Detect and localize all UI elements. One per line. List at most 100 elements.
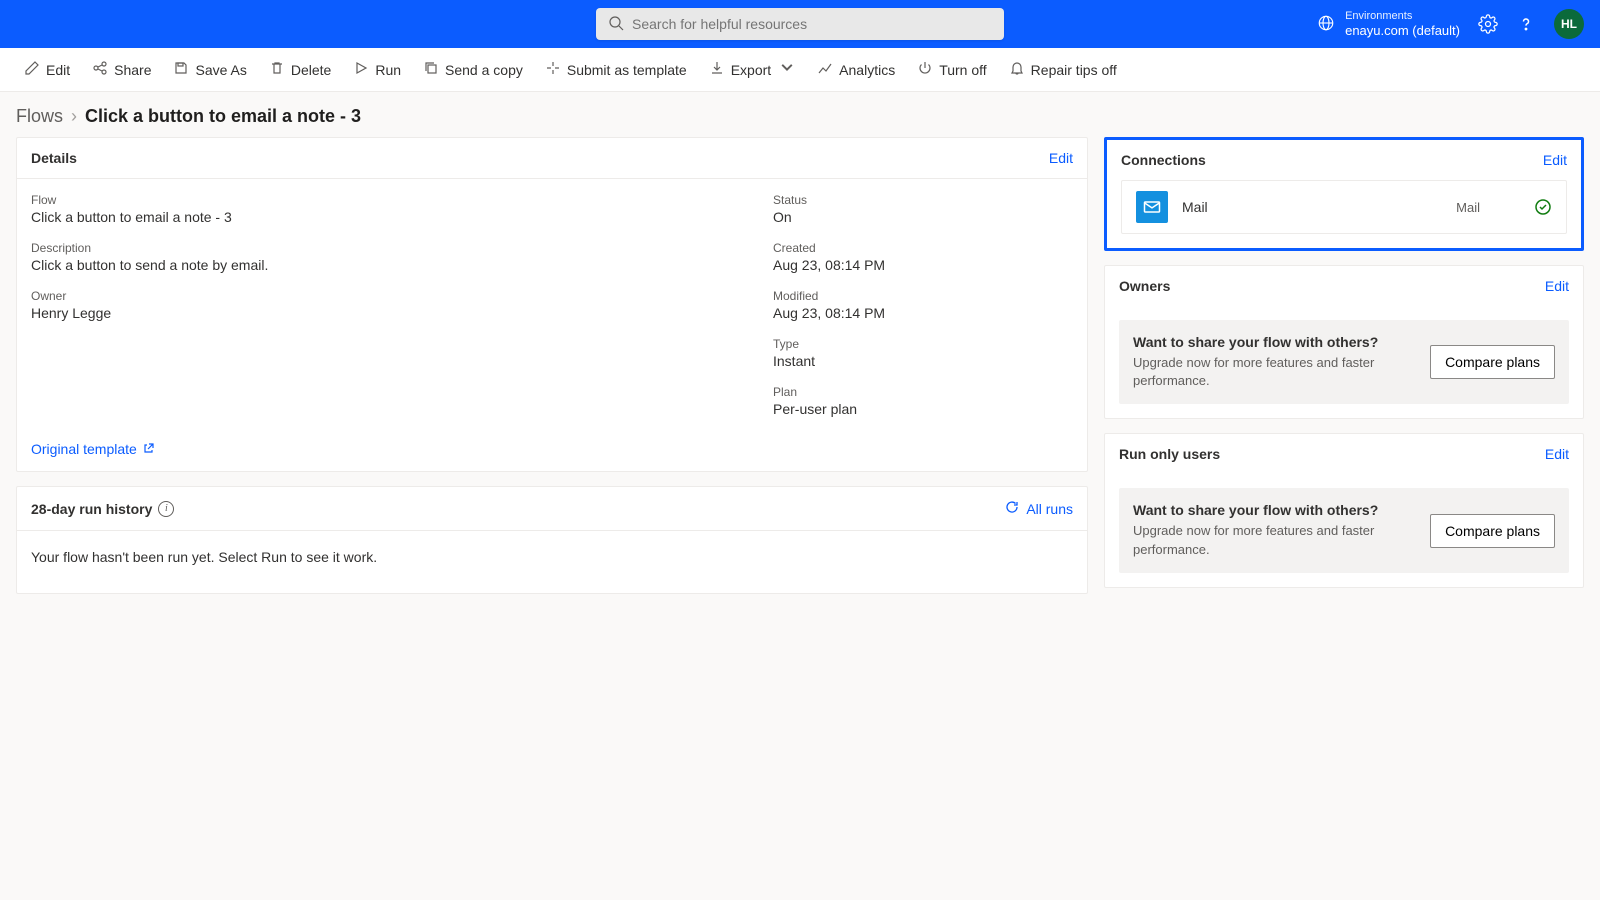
refresh-icon — [1004, 499, 1020, 518]
promo-title: Want to share your flow with others? — [1133, 502, 1416, 518]
avatar[interactable]: HL — [1554, 9, 1584, 39]
run-only-promo: Want to share your flow with others? Upg… — [1119, 488, 1569, 572]
export-button[interactable]: Export — [699, 54, 805, 85]
cmd-label: Save As — [195, 62, 246, 78]
owner-label: Owner — [31, 289, 733, 303]
template-icon — [545, 60, 561, 79]
command-bar: Edit Share Save As Delete Run Send a cop… — [0, 48, 1600, 92]
compare-plans-button[interactable]: Compare plans — [1430, 514, 1555, 548]
send-copy-button[interactable]: Send a copy — [413, 54, 533, 85]
environment-name: enayu.com (default) — [1345, 23, 1460, 39]
run-button[interactable]: Run — [343, 54, 411, 85]
promo-subtitle: Upgrade now for more features and faster… — [1133, 522, 1416, 558]
connection-item[interactable]: Mail Mail — [1121, 180, 1567, 234]
modified-label: Modified — [773, 289, 1073, 303]
repair-tips-button[interactable]: Repair tips off — [999, 54, 1127, 85]
trash-icon — [269, 60, 285, 79]
environment-switcher[interactable]: Environments enayu.com (default) — [1317, 10, 1460, 39]
original-template-link[interactable]: Original template — [31, 441, 155, 457]
connections-heading: Connections — [1121, 152, 1206, 168]
connection-type: Mail — [1456, 200, 1480, 215]
plan-value: Per-user plan — [773, 401, 1073, 417]
topbar-right: Environments enayu.com (default) HL — [1317, 9, 1584, 39]
owners-promo: Want to share your flow with others? Upg… — [1119, 320, 1569, 404]
analytics-icon — [817, 60, 833, 79]
connections-card: Connections Edit Mail Mail — [1104, 137, 1584, 251]
run-history-heading: 28-day run history — [31, 501, 152, 517]
connection-name: Mail — [1182, 199, 1208, 215]
delete-button[interactable]: Delete — [259, 54, 341, 85]
promo-subtitle: Upgrade now for more features and faster… — [1133, 354, 1416, 390]
environment-label: Environments — [1345, 10, 1460, 23]
submit-template-button[interactable]: Submit as template — [535, 54, 697, 85]
promo-title: Want to share your flow with others? — [1133, 334, 1416, 350]
cmd-label: Export — [731, 62, 771, 78]
turn-off-button[interactable]: Turn off — [907, 54, 996, 85]
help-icon[interactable] — [1516, 14, 1536, 34]
connections-edit-link[interactable]: Edit — [1543, 152, 1567, 168]
share-button[interactable]: Share — [82, 54, 161, 85]
run-history-empty: Your flow hasn't been run yet. Select Ru… — [17, 531, 1087, 593]
cmd-label: Analytics — [839, 62, 895, 78]
analytics-button[interactable]: Analytics — [807, 54, 905, 85]
cmd-label: Turn off — [939, 62, 986, 78]
cmd-label: Send a copy — [445, 62, 523, 78]
owners-heading: Owners — [1119, 278, 1170, 294]
type-label: Type — [773, 337, 1073, 351]
owners-card: Owners Edit Want to share your flow with… — [1104, 265, 1584, 419]
description-value: Click a button to send a note by email. — [31, 257, 733, 273]
cmd-label: Share — [114, 62, 151, 78]
power-icon — [917, 60, 933, 79]
play-icon — [353, 60, 369, 79]
search-input[interactable] — [632, 16, 992, 32]
created-label: Created — [773, 241, 1073, 255]
check-circle-icon — [1534, 198, 1552, 216]
template-link-label: Original template — [31, 441, 137, 457]
cmd-label: Delete — [291, 62, 331, 78]
run-only-users-card: Run only users Edit Want to share your f… — [1104, 433, 1584, 587]
search-icon — [608, 15, 624, 34]
all-runs-label: All runs — [1026, 501, 1073, 517]
top-bar: Environments enayu.com (default) HL — [0, 0, 1600, 48]
export-icon — [709, 60, 725, 79]
cmd-label: Submit as template — [567, 62, 687, 78]
chevron-right-icon: › — [71, 106, 77, 127]
flow-value: Click a button to email a note - 3 — [31, 209, 733, 225]
breadcrumb: Flows › Click a button to email a note -… — [0, 92, 1600, 137]
chevron-down-icon — [779, 60, 795, 79]
type-value: Instant — [773, 353, 1073, 369]
breadcrumb-root[interactable]: Flows — [16, 106, 63, 127]
run-only-heading: Run only users — [1119, 446, 1220, 462]
settings-icon[interactable] — [1478, 14, 1498, 34]
details-card: Details Edit Flow Click a button to emai… — [16, 137, 1088, 472]
info-icon[interactable]: i — [158, 501, 174, 517]
run-history-card: 28-day run history i All runs Your flow … — [16, 486, 1088, 594]
owners-edit-link[interactable]: Edit — [1545, 278, 1569, 294]
compare-plans-button[interactable]: Compare plans — [1430, 345, 1555, 379]
cmd-label: Edit — [46, 62, 70, 78]
plan-label: Plan — [773, 385, 1073, 399]
description-label: Description — [31, 241, 733, 255]
bell-icon — [1009, 60, 1025, 79]
search-box[interactable] — [596, 8, 1004, 40]
status-value: On — [773, 209, 1073, 225]
open-link-icon — [143, 441, 155, 457]
owner-value: Henry Legge — [31, 305, 733, 321]
cmd-label: Run — [375, 62, 401, 78]
all-runs-link[interactable]: All runs — [1004, 499, 1073, 518]
modified-value: Aug 23, 08:14 PM — [773, 305, 1073, 321]
flow-label: Flow — [31, 193, 733, 207]
environment-icon — [1317, 14, 1335, 35]
mail-icon — [1136, 191, 1168, 223]
edit-button[interactable]: Edit — [14, 54, 80, 85]
share-icon — [92, 60, 108, 79]
cmd-label: Repair tips off — [1031, 62, 1117, 78]
save-as-button[interactable]: Save As — [163, 54, 256, 85]
details-heading: Details — [31, 150, 77, 166]
details-edit-link[interactable]: Edit — [1049, 150, 1073, 166]
created-value: Aug 23, 08:14 PM — [773, 257, 1073, 273]
breadcrumb-current: Click a button to email a note - 3 — [85, 106, 361, 127]
run-only-edit-link[interactable]: Edit — [1545, 446, 1569, 462]
copy-icon — [423, 60, 439, 79]
pencil-icon — [24, 60, 40, 79]
